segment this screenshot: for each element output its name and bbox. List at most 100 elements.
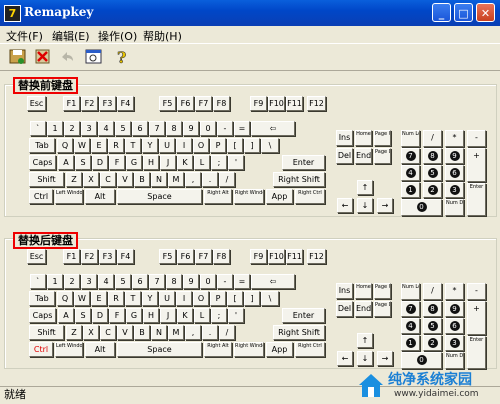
- before-key-row_3-10[interactable]: ;: [211, 155, 227, 170]
- before-key-row_f-9[interactable]: F9: [250, 96, 267, 111]
- after-key-row_2-10[interactable]: P: [210, 291, 226, 306]
- after-key-row_1-9[interactable]: 9: [183, 274, 199, 289]
- after-key-row_1-7[interactable]: 7: [149, 274, 165, 289]
- menu-edit[interactable]: 编辑(E): [52, 28, 90, 44]
- before-key-row_5-4[interactable]: Right Alt: [204, 189, 232, 204]
- after-key-row_2-7[interactable]: U: [159, 291, 175, 306]
- before-key-row_f-8[interactable]: F8: [213, 96, 230, 111]
- menu-help[interactable]: 帮助(H): [143, 28, 182, 44]
- after-key-numpad-9[interactable]: 5: [423, 318, 442, 334]
- after-key-numpad-3[interactable]: -: [467, 283, 486, 300]
- after-key-row_2-11[interactable]: [: [227, 291, 243, 306]
- before-key-row_4-6[interactable]: N: [151, 172, 167, 187]
- after-key-row_4-11[interactable]: Right Shift: [273, 325, 325, 340]
- menu-action[interactable]: 操作(O): [98, 28, 137, 44]
- after-key-row_5-5[interactable]: Right Windows: [234, 342, 264, 357]
- after-key-row_4-1[interactable]: Z: [66, 325, 82, 340]
- after-key-row_1-2[interactable]: 2: [64, 274, 80, 289]
- before-key-row_3-8[interactable]: K: [177, 155, 193, 170]
- view-icon[interactable]: [84, 47, 103, 66]
- before-key-row_5-5[interactable]: Right Windows: [234, 189, 264, 204]
- before-key-row_3-9[interactable]: L: [194, 155, 210, 170]
- before-key-row_2-13[interactable]: \: [261, 138, 279, 153]
- after-key-numpad-8[interactable]: 4: [401, 318, 420, 334]
- before-key-nav-3[interactable]: Del: [336, 148, 353, 164]
- after-key-row_2-3[interactable]: E: [91, 291, 107, 306]
- after-key-nav-1[interactable]: Home: [355, 283, 372, 299]
- before-key-row_3-6[interactable]: H: [143, 155, 159, 170]
- before-key-numpad-15[interactable]: 0: [401, 199, 442, 216]
- after-key-row_5-3[interactable]: Space: [117, 342, 202, 357]
- after-key-row_3-10[interactable]: ;: [211, 308, 227, 323]
- before-key-row_1-9[interactable]: 9: [183, 121, 199, 136]
- before-key-row_1-5[interactable]: 5: [115, 121, 131, 136]
- before-key-row_1-12[interactable]: =: [234, 121, 250, 136]
- after-key-row_4-8[interactable]: ,: [185, 325, 201, 340]
- before-key-row_1-6[interactable]: 6: [132, 121, 148, 136]
- after-key-row_4-7[interactable]: M: [168, 325, 184, 340]
- after-key-row_2-4[interactable]: R: [108, 291, 124, 306]
- before-key-row_2-3[interactable]: E: [91, 138, 107, 153]
- after-key-row_3-4[interactable]: F: [109, 308, 125, 323]
- before-key-nav-0[interactable]: Ins: [336, 130, 353, 146]
- before-key-numpad-1[interactable]: /: [423, 130, 442, 147]
- before-key-row_f-12[interactable]: F12: [307, 96, 326, 111]
- before-key-row_4-3[interactable]: C: [100, 172, 116, 187]
- after-key-row_2-2[interactable]: W: [74, 291, 90, 306]
- after-key-row_3-12[interactable]: Enter: [282, 308, 325, 323]
- before-key-row_4-8[interactable]: ,: [185, 172, 201, 187]
- after-key-row_3-5[interactable]: G: [126, 308, 142, 323]
- before-key-numpad-6[interactable]: 9: [445, 148, 464, 164]
- before-key-numpad-5[interactable]: 8: [423, 148, 442, 164]
- before-key-nav-1[interactable]: Home: [355, 130, 372, 146]
- after-key-row_f-8[interactable]: F8: [213, 249, 230, 264]
- before-key-row_3-3[interactable]: D: [92, 155, 108, 170]
- after-key-numpad-12[interactable]: 2: [423, 335, 442, 351]
- after-key-arrows-1[interactable]: ←: [337, 351, 353, 366]
- after-key-row_5-1[interactable]: Left Windows: [55, 342, 83, 357]
- before-key-row_2-11[interactable]: [: [227, 138, 243, 153]
- after-key-row_4-10[interactable]: /: [219, 325, 235, 340]
- before-key-row_4-11[interactable]: Right Shift: [273, 172, 325, 187]
- maximize-button[interactable]: □: [454, 3, 473, 22]
- after-key-nav-5[interactable]: Page Down: [374, 301, 391, 317]
- before-key-numpad-13[interactable]: 3: [445, 182, 464, 198]
- after-key-row_4-2[interactable]: X: [83, 325, 99, 340]
- after-key-row_f-2[interactable]: F2: [81, 249, 98, 264]
- before-key-row_2-1[interactable]: Q: [57, 138, 73, 153]
- after-key-nav-0[interactable]: Ins: [336, 283, 353, 299]
- after-key-row_1-1[interactable]: 1: [47, 274, 63, 289]
- after-key-row_f-3[interactable]: F3: [99, 249, 116, 264]
- after-key-nav-2[interactable]: Page Up: [374, 283, 391, 299]
- before-key-row_f-10[interactable]: F10: [268, 96, 285, 111]
- after-key-row_f-5[interactable]: F5: [159, 249, 176, 264]
- after-key-row_3-3[interactable]: D: [92, 308, 108, 323]
- after-key-numpad-5[interactable]: 8: [423, 301, 442, 317]
- after-key-row_f-0[interactable]: Esc: [27, 249, 46, 264]
- before-key-numpad-0[interactable]: Num Lock: [401, 130, 420, 147]
- before-key-row_3-4[interactable]: F: [109, 155, 125, 170]
- after-key-row_2-6[interactable]: Y: [142, 291, 158, 306]
- after-key-row_3-9[interactable]: L: [194, 308, 210, 323]
- save-icon[interactable]: [8, 47, 27, 66]
- before-key-row_4-9[interactable]: .: [202, 172, 218, 187]
- before-key-row_2-10[interactable]: P: [210, 138, 226, 153]
- after-key-numpad-7[interactable]: +: [467, 301, 486, 335]
- before-key-row_2-0[interactable]: Tab: [29, 138, 55, 153]
- after-key-row_3-1[interactable]: A: [58, 308, 74, 323]
- after-key-numpad-4[interactable]: 7: [401, 301, 420, 317]
- before-key-numpad-7[interactable]: +: [467, 148, 486, 182]
- after-key-nav-3[interactable]: Del: [336, 301, 353, 317]
- before-key-row_f-7[interactable]: F7: [195, 96, 212, 111]
- before-key-row_3-1[interactable]: A: [58, 155, 74, 170]
- after-key-arrows-0[interactable]: ↑: [357, 333, 373, 348]
- undo-icon[interactable]: [58, 47, 77, 66]
- before-key-row_2-4[interactable]: R: [108, 138, 124, 153]
- after-key-row_4-4[interactable]: V: [117, 325, 133, 340]
- before-key-numpad-3[interactable]: -: [467, 130, 486, 147]
- before-key-row_4-10[interactable]: /: [219, 172, 235, 187]
- after-key-row_4-9[interactable]: .: [202, 325, 218, 340]
- after-key-row_1-11[interactable]: -: [217, 274, 233, 289]
- after-key-numpad-6[interactable]: 9: [445, 301, 464, 317]
- before-key-row_1-1[interactable]: 1: [47, 121, 63, 136]
